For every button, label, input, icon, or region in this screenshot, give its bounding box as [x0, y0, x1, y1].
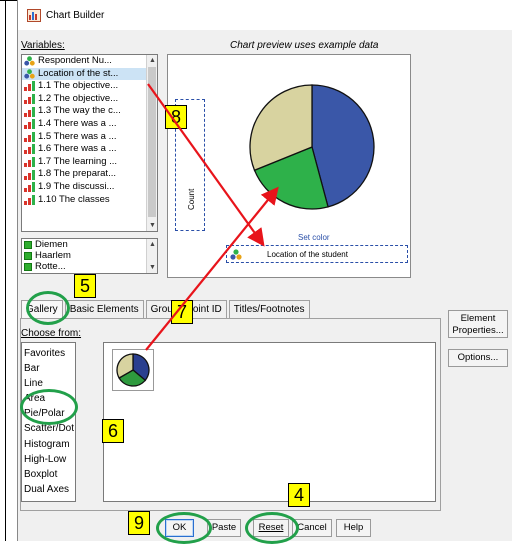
- paste-button[interactable]: Paste: [207, 519, 241, 537]
- categories-list[interactable]: Diemen Haarlem Rotte... ▲ ▼: [21, 238, 158, 274]
- variable-label: 1.9 The discussi...: [38, 180, 115, 192]
- x-axis-drop-zone[interactable]: Location of the student: [226, 245, 408, 263]
- variables-scrollbar[interactable]: ▲ ▼: [146, 55, 157, 231]
- variable-item[interactable]: 1.8 The preparat...: [22, 168, 157, 181]
- variable-item[interactable]: Location of the st...: [22, 67, 157, 81]
- variable-item[interactable]: 1.10 The classes: [22, 194, 157, 207]
- chart-preview-canvas[interactable]: Count Set color Location of the student: [167, 54, 411, 278]
- chart-builder-app-icon: [27, 8, 41, 22]
- ordinal-icon: [24, 119, 35, 130]
- chart-builder-window: Chart Builder Variables: Chart preview u…: [17, 0, 512, 541]
- chart-type-item[interactable]: High-Low: [22, 452, 75, 467]
- variable-item[interactable]: 1.4 There was a ...: [22, 118, 157, 131]
- pie-chart-thumbnail[interactable]: [112, 349, 154, 391]
- chart-type-item[interactable]: Histogram: [22, 437, 75, 452]
- ordinal-icon: [24, 106, 35, 117]
- step-badge-9: 9: [128, 511, 150, 535]
- step-badge-6: 6: [102, 419, 124, 443]
- tab-basic-elements[interactable]: Basic Elements: [64, 300, 144, 318]
- step-badge-4: 4: [288, 483, 310, 507]
- choose-from-label: Choose from:: [21, 328, 82, 339]
- category-label: Haarlem: [35, 250, 71, 261]
- step-badge-5: 5: [74, 274, 96, 298]
- element-properties-button[interactable]: Element Properties...: [448, 310, 508, 338]
- step-badge-8: 8: [165, 105, 187, 129]
- variable-label: Respondent Nu...: [38, 55, 112, 66]
- variable-item[interactable]: 1.3 The way the c...: [22, 105, 157, 118]
- ordinal-icon: [24, 94, 35, 105]
- gallery-highlight-ring: [26, 291, 70, 325]
- ordinal-icon: [24, 81, 35, 92]
- variable-item[interactable]: 1.1 The objective...: [22, 80, 157, 93]
- pie-polar-highlight-ring: [20, 389, 78, 425]
- scrollbar-thumb[interactable]: [148, 67, 156, 217]
- variable-item[interactable]: Respondent Nu...: [22, 55, 157, 68]
- category-grid-icon: [24, 262, 32, 271]
- nominal-icon: [24, 56, 35, 66]
- category-item[interactable]: Diemen: [22, 239, 157, 250]
- nominal-icon: [24, 69, 35, 79]
- chart-type-item[interactable]: Bar: [22, 361, 75, 376]
- category-grid-icon: [24, 251, 32, 260]
- variable-item[interactable]: 1.5 There was a ...: [22, 131, 157, 144]
- variable-label: 1.7 The learning ...: [38, 155, 118, 167]
- window-title: Chart Builder: [46, 9, 105, 21]
- variable-label: 1.6 There was a ...: [38, 143, 117, 155]
- variable-item[interactable]: 1.7 The learning ...: [22, 156, 157, 169]
- variable-item[interactable]: 1.6 There was a ...: [22, 143, 157, 156]
- ordinal-icon: [24, 157, 35, 168]
- ordinal-icon: [24, 182, 35, 193]
- title-bar: Chart Builder: [18, 0, 512, 30]
- variable-label: Location of the st...: [38, 67, 119, 79]
- set-color-label[interactable]: Set color: [298, 233, 330, 242]
- preview-note: Chart preview uses example data: [230, 40, 379, 51]
- variable-label: 1.8 The preparat...: [38, 168, 116, 180]
- variable-item[interactable]: 1.9 The discussi...: [22, 181, 157, 194]
- cat-scroll-up-arrow-icon[interactable]: ▲: [147, 239, 157, 250]
- cat-scroll-down-arrow-icon[interactable]: ▼: [147, 262, 157, 273]
- category-item[interactable]: Haarlem: [22, 250, 157, 261]
- variable-label: 1.2 The objective...: [38, 92, 119, 104]
- gallery-thumbnails-pane[interactable]: [103, 342, 436, 502]
- ordinal-icon: [24, 131, 35, 142]
- tab-titles-footnotes[interactable]: Titles/Footnotes: [228, 300, 310, 318]
- options-button[interactable]: Options...: [448, 349, 508, 367]
- ordinal-icon: [24, 169, 35, 180]
- variable-label: 1.4 There was a ...: [38, 117, 117, 129]
- categories-scrollbar[interactable]: ▲ ▼: [146, 239, 157, 273]
- variable-label: 1.10 The classes: [38, 193, 110, 205]
- variables-label: Variables:: [21, 40, 65, 51]
- chart-type-item[interactable]: Dual Axes: [22, 482, 75, 497]
- variable-label: 1.5 There was a ...: [38, 130, 117, 142]
- scroll-up-arrow-icon[interactable]: ▲: [147, 55, 157, 66]
- scroll-down-arrow-icon[interactable]: ▼: [147, 220, 157, 231]
- category-item[interactable]: Rotte...: [22, 261, 157, 272]
- x-axis-variable-label: Location of the student: [267, 249, 348, 259]
- nominal-variable-icon: [230, 249, 242, 262]
- variable-label: 1.1 The objective...: [38, 80, 119, 92]
- ordinal-icon: [24, 144, 35, 155]
- ordinal-icon: [24, 194, 35, 205]
- step-badge-7: 7: [171, 300, 193, 324]
- ok-highlight-ring: [156, 512, 212, 544]
- category-label: Diemen: [35, 239, 68, 250]
- reset-highlight-ring: [245, 512, 299, 544]
- category-grid-icon: [24, 240, 32, 249]
- variables-list[interactable]: Respondent Nu... Location of the st... 1.1…: [21, 54, 158, 232]
- variable-label: 1.3 The way the c...: [38, 105, 121, 117]
- variable-item[interactable]: 1.2 The objective...: [22, 93, 157, 106]
- category-label: Rotte...: [35, 261, 66, 272]
- chart-type-item[interactable]: Boxplot: [22, 467, 75, 482]
- help-button[interactable]: Help: [336, 519, 371, 537]
- chart-type-item[interactable]: Favorites: [22, 346, 75, 361]
- left-border-line: [5, 0, 6, 541]
